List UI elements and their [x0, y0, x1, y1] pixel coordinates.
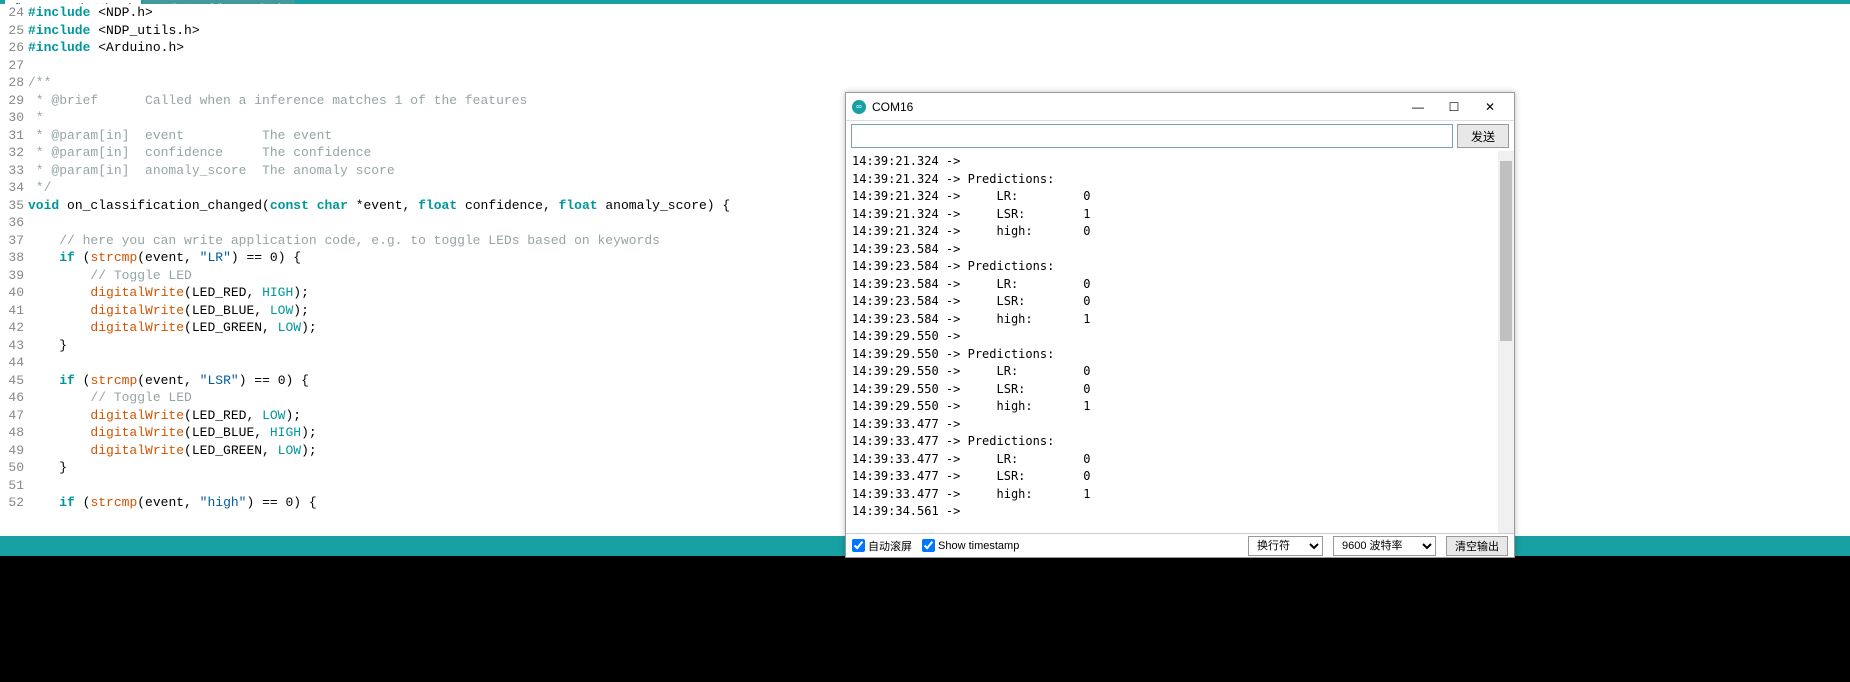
code-content: if (strcmp(event, "LSR") == 0) { — [28, 372, 309, 390]
line-number: 44 — [0, 354, 28, 372]
line-number: 34 — [0, 179, 28, 197]
serial-bottom-bar: 自动滚屏 Show timestamp 换行符 9600 波特率 清空输出 — [846, 533, 1514, 557]
line-number: 48 — [0, 424, 28, 442]
line-number: 25 — [0, 22, 28, 40]
line-number: 43 — [0, 337, 28, 355]
code-content: // Toggle LED — [28, 389, 192, 407]
code-content: * @param[in] confidence The confidence — [28, 144, 371, 162]
send-row: 发送 — [846, 121, 1514, 151]
code-content: } — [28, 337, 67, 355]
line-number: 41 — [0, 302, 28, 320]
code-content: void on_classification_changed(const cha… — [28, 197, 730, 215]
code-content: if (strcmp(event, "LR") == 0) { — [28, 249, 301, 267]
line-number: 51 — [0, 477, 28, 495]
line-number: 31 — [0, 127, 28, 145]
line-number: 40 — [0, 284, 28, 302]
code-line[interactable]: 24#include <NDP.h> — [0, 4, 1850, 22]
serial-input[interactable] — [851, 124, 1453, 148]
code-content: * — [28, 109, 44, 127]
code-line[interactable]: 27 — [0, 57, 1850, 75]
code-content: digitalWrite(LED_BLUE, HIGH); — [28, 424, 317, 442]
timestamp-checkbox[interactable]: Show timestamp — [922, 539, 1019, 552]
console-area — [0, 556, 1850, 682]
serial-monitor-window: ∞ COM16 — ☐ ✕ 发送 14:39:21.324 -> 14:39:2… — [845, 92, 1515, 558]
code-content: // Toggle LED — [28, 267, 192, 285]
code-line[interactable]: 28/** — [0, 74, 1850, 92]
code-content: digitalWrite(LED_RED, HIGH); — [28, 284, 309, 302]
code-content: * @param[in] event The event — [28, 127, 332, 145]
line-number: 26 — [0, 39, 28, 57]
code-content: digitalWrite(LED_GREEN, LOW); — [28, 442, 317, 460]
titlebar[interactable]: ∞ COM16 — ☐ ✕ — [846, 93, 1514, 121]
timestamp-input[interactable] — [922, 539, 935, 552]
clear-output-button[interactable]: 清空输出 — [1446, 536, 1508, 556]
line-number: 37 — [0, 232, 28, 250]
close-button[interactable]: ✕ — [1472, 94, 1508, 120]
code-content: #include <Arduino.h> — [28, 39, 184, 57]
line-number: 27 — [0, 57, 28, 75]
code-content: * @brief Called when a inference matches… — [28, 92, 527, 110]
line-number: 45 — [0, 372, 28, 390]
scroll-thumb[interactable] — [1500, 161, 1512, 341]
line-number: 33 — [0, 162, 28, 180]
code-content: digitalWrite(LED_BLUE, LOW); — [28, 302, 309, 320]
line-number: 47 — [0, 407, 28, 425]
scrollbar[interactable] — [1498, 151, 1514, 533]
line-number: 30 — [0, 109, 28, 127]
code-content: } — [28, 459, 67, 477]
send-button[interactable]: 发送 — [1457, 124, 1509, 148]
line-number: 38 — [0, 249, 28, 267]
code-content: /** — [28, 74, 51, 92]
code-content: digitalWrite(LED_GREEN, LOW); — [28, 319, 317, 337]
code-content: #include <NDP_utils.h> — [28, 22, 200, 40]
line-number: 28 — [0, 74, 28, 92]
line-number: 46 — [0, 389, 28, 407]
window-title: COM16 — [872, 100, 1400, 114]
code-content: digitalWrite(LED_RED, LOW); — [28, 407, 301, 425]
code-line[interactable]: 26#include <Arduino.h> — [0, 39, 1850, 57]
line-number: 32 — [0, 144, 28, 162]
code-content: */ — [28, 179, 51, 197]
minimize-button[interactable]: — — [1400, 94, 1436, 120]
line-ending-select[interactable]: 换行符 — [1248, 536, 1323, 556]
line-number: 39 — [0, 267, 28, 285]
line-number: 24 — [0, 4, 28, 22]
serial-output[interactable]: 14:39:21.324 -> 14:39:21.324 -> Predicti… — [846, 151, 1514, 533]
autoscroll-checkbox[interactable]: 自动滚屏 — [852, 538, 912, 554]
autoscroll-input[interactable] — [852, 539, 865, 552]
line-number: 49 — [0, 442, 28, 460]
line-number: 52 — [0, 494, 28, 512]
code-content: if (strcmp(event, "high") == 0) { — [28, 494, 317, 512]
line-number: 29 — [0, 92, 28, 110]
baud-select[interactable]: 9600 波特率 — [1333, 536, 1436, 556]
serial-text: 14:39:21.324 -> 14:39:21.324 -> Predicti… — [852, 153, 1508, 521]
line-number: 35 — [0, 197, 28, 215]
code-content: #include <NDP.h> — [28, 4, 153, 22]
code-line[interactable]: 25#include <NDP_utils.h> — [0, 22, 1850, 40]
line-number: 42 — [0, 319, 28, 337]
line-number: 50 — [0, 459, 28, 477]
maximize-button[interactable]: ☐ — [1436, 94, 1472, 120]
arduino-icon: ∞ — [852, 100, 866, 114]
code-content: * @param[in] anomaly_score The anomaly s… — [28, 162, 395, 180]
line-number: 36 — [0, 214, 28, 232]
code-content: // here you can write application code, … — [28, 232, 660, 250]
